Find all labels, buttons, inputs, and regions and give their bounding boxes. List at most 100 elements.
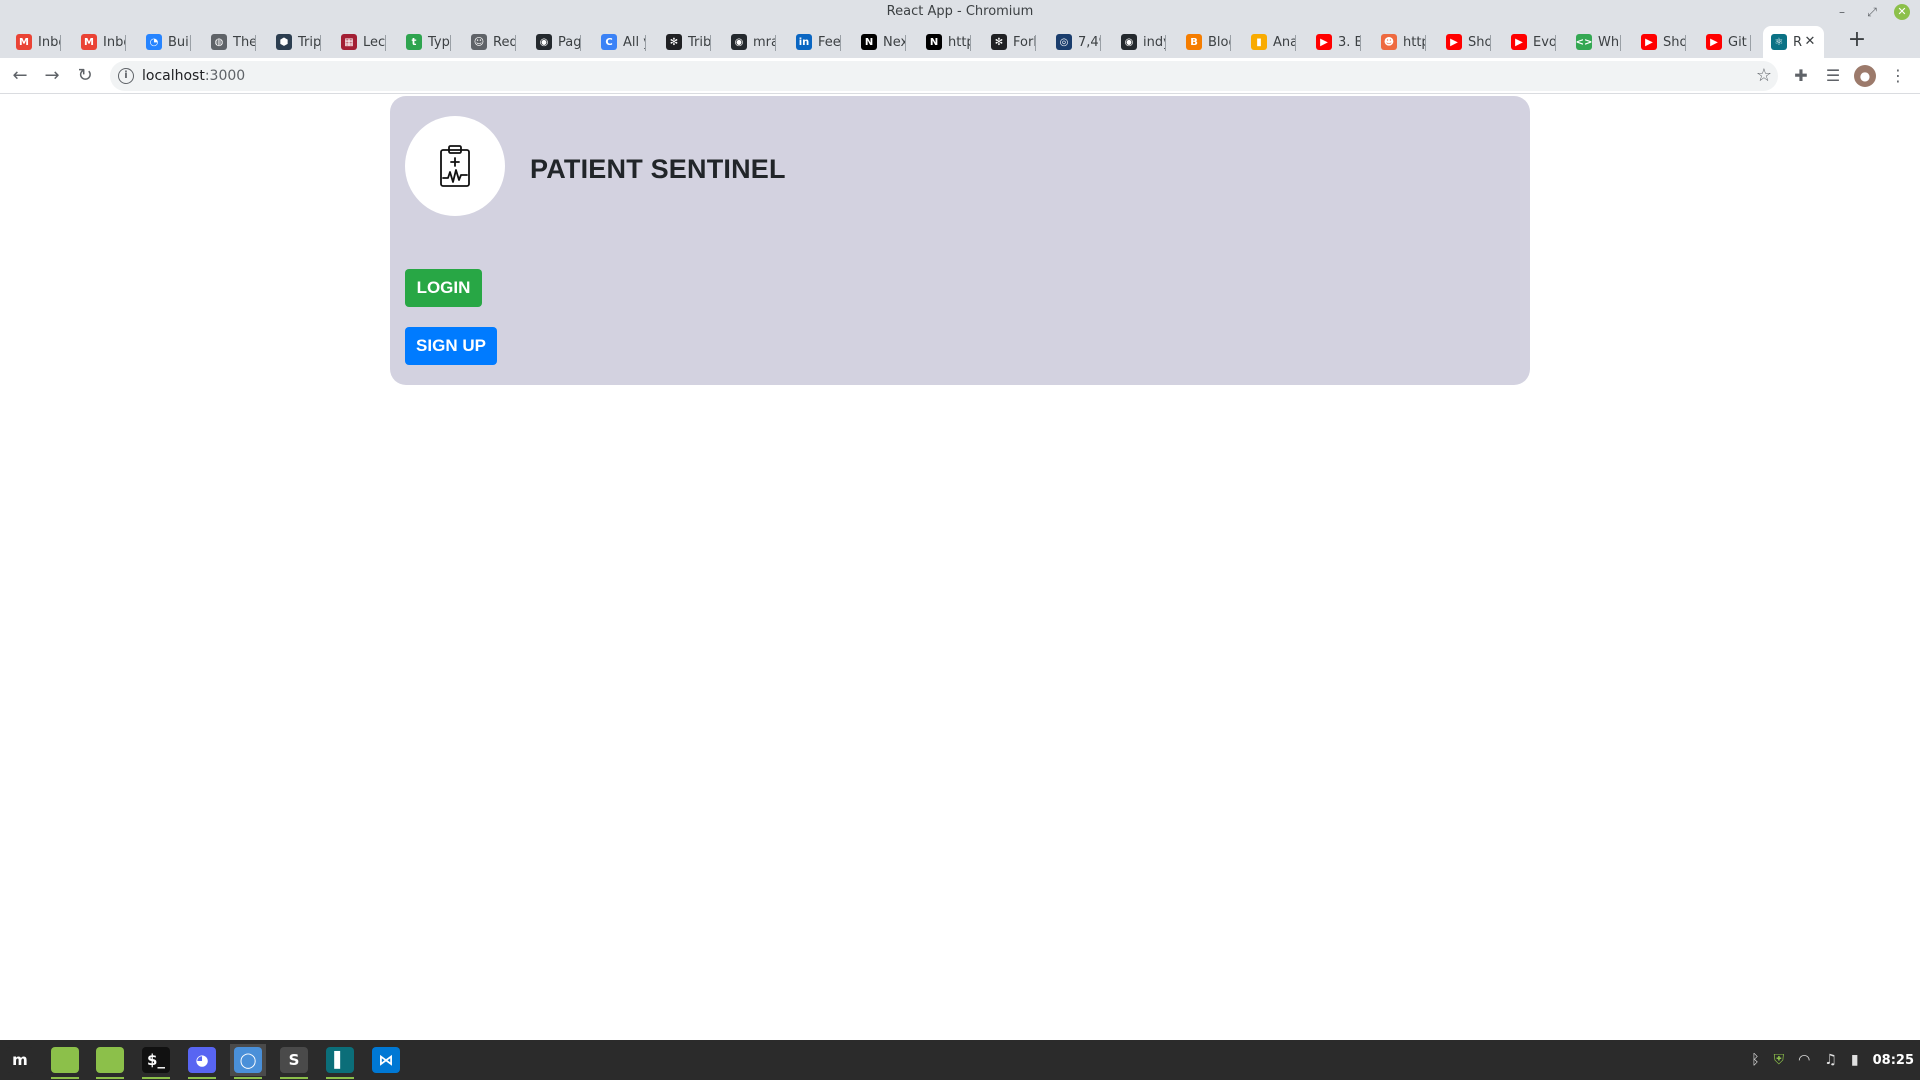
browser-tab[interactable]: ⬢ Tripl [268,26,321,58]
browser-tab[interactable]: ✻ Fork [983,26,1036,58]
tab-active[interactable]: ⚛ R ✕ [1763,26,1824,58]
browser-tab[interactable]: ▶ Evol [1503,26,1556,58]
forward-arrow-icon[interactable]: → [40,64,64,88]
terminal-glyph: $_ [142,1047,170,1073]
vscode-icon[interactable]: ⋈ [368,1044,404,1076]
shield-icon[interactable]: ⛨ [1774,1052,1785,1068]
browser-tab[interactable]: ◉ mra [723,26,776,58]
menu-kebab-icon[interactable]: ⋮ [1887,65,1909,87]
tab-separator [125,35,126,51]
coursera-icon: C [601,34,617,50]
bookmark-star-icon[interactable]: ☆ [1756,65,1772,86]
reload-icon[interactable]: ↻ [73,64,97,88]
tab-separator [190,35,191,51]
linkedin-icon: in [796,34,812,50]
desktop-icon[interactable] [47,1044,83,1079]
github-icon: ◉ [1121,34,1137,50]
close-icon[interactable]: ✕ [1894,4,1910,20]
browser-tab[interactable]: N Next [853,26,906,58]
tab-label: Shor [1663,34,1686,50]
browser-tab[interactable]: ▶ Git a [1698,26,1751,58]
clipboard-heartbeat-icon [440,145,470,187]
terminal-icon[interactable]: $_ [138,1044,174,1079]
browser-tab[interactable]: ☻ http [1373,26,1426,58]
tab-label: Builc [168,34,191,50]
media-queue-icon[interactable]: ☰ [1822,65,1844,87]
tab-label: Shor [1468,34,1491,50]
clock[interactable]: 08:25 [1873,1053,1914,1068]
tab-separator [905,35,906,51]
browser-tab[interactable]: ▶ 3. Be [1308,26,1361,58]
signup-button[interactable]: SIGN UP [405,327,497,365]
tab-separator [775,35,776,51]
browser-tab[interactable]: ◉ Pag [528,26,581,58]
minimize-icon[interactable]: – [1834,4,1850,20]
running-indicator [96,1077,124,1079]
wifi-icon[interactable]: ◠ [1798,1052,1810,1068]
browser-tab[interactable]: in Feec [788,26,841,58]
bluetooth-icon[interactable]: ᛒ [1751,1052,1759,1068]
chromium-icon[interactable]: ◯ [230,1044,266,1079]
browser-tab[interactable]: <> Wha [1568,26,1621,58]
tab-close-icon[interactable]: ✕ [1802,34,1818,50]
extensions-puzzle-icon[interactable]: ✚ [1790,65,1812,87]
browser-tab[interactable]: ▶ Shor [1633,26,1686,58]
site-info-icon[interactable]: i [118,68,134,84]
react-icon: ⚛ [1771,34,1787,50]
reddit-icon: ☺ [471,34,487,50]
tab-separator [645,35,646,51]
files-glyph [96,1047,124,1073]
system-tray: ᛒ ⛨ ◠ ♫ ▮ 08:25 [1751,1040,1920,1080]
browser-tab[interactable]: ✻ Trib [658,26,711,58]
browser-tab[interactable]: M Inbo [8,26,61,58]
app-logo [405,116,505,216]
browser-tab[interactable]: B Blog [1178,26,1231,58]
battery-icon[interactable]: ▮ [1851,1052,1859,1068]
tab-separator [60,35,61,51]
sublime-icon[interactable]: S [276,1044,312,1079]
github-icon: ◉ [731,34,747,50]
blogger-icon: B [1186,34,1202,50]
address-bar[interactable]: i localhost:3000 ☆ [110,61,1778,91]
nextjs-icon: N [861,34,877,50]
gmail-icon: M [81,34,97,50]
window-titlebar: React App - Chromium – ⤢ ✕ [0,0,1920,24]
chromium-glyph: ◯ [234,1047,262,1073]
tab-separator [1230,35,1231,51]
browser-tab[interactable]: ◉ indy [1113,26,1166,58]
login-button[interactable]: LOGIN [405,269,482,307]
tab-label: http [948,34,971,50]
tab-label: Next [883,34,906,50]
browser-tab[interactable]: Nhttp [918,26,971,58]
tab-label: Lect [363,34,386,50]
url-text[interactable]: localhost:3000 [142,61,245,91]
browser-tab[interactable]: ◔ Builc [138,26,191,58]
browser-tab[interactable]: t Typi [398,26,451,58]
browser-tab[interactable]: ◍ The [203,26,256,58]
browser-tab[interactable]: C All y [593,26,646,58]
browser-tab[interactable]: ◎ 7,49 [1048,26,1101,58]
nextjs-icon: N [926,34,942,50]
youtube-icon: ▶ [1316,34,1332,50]
mit-icon: ▦ [341,34,357,50]
browser-tab[interactable]: ▦ Lect [333,26,386,58]
tab-label: Evol [1533,34,1556,50]
editor-icon[interactable]: ▌ [322,1044,358,1079]
new-tab-button[interactable]: + [1844,28,1870,54]
discord-icon[interactable]: ◕ [184,1044,220,1079]
files-icon[interactable] [92,1044,128,1079]
mint-menu-icon[interactable]: m [2,1044,38,1076]
profile-avatar[interactable]: ● [1854,65,1876,87]
browser-tab[interactable]: M Inbo [73,26,126,58]
tab-separator [255,35,256,51]
browser-tab[interactable]: ☺ Red [463,26,516,58]
tab-label: Inbo [103,34,126,50]
restore-icon[interactable]: ⤢ [1864,4,1880,20]
browser-tab[interactable]: ▶ Shor [1438,26,1491,58]
running-indicator [142,1077,170,1079]
back-arrow-icon[interactable]: ← [8,64,32,88]
header-card: PATIENT SENTINEL LOGIN SIGN UP [390,96,1530,385]
tab-separator [970,35,971,51]
browser-tab[interactable]: ▮ Anal [1243,26,1296,58]
sound-icon[interactable]: ♫ [1824,1052,1837,1068]
